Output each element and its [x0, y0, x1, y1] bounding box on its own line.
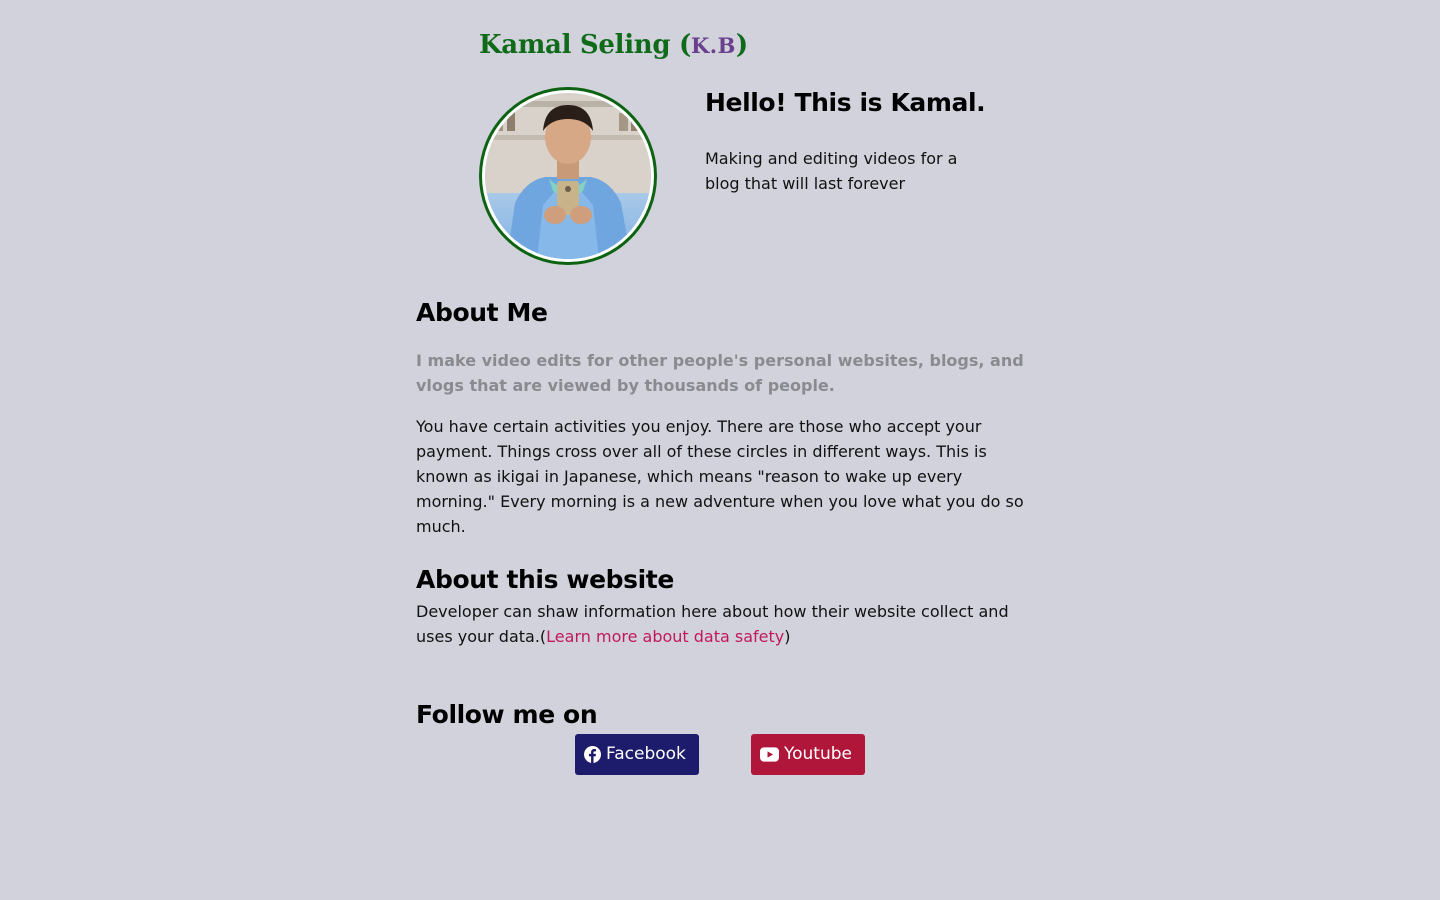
facebook-label: Facebook: [606, 744, 686, 764]
about-heading: About Me: [416, 298, 548, 327]
hero-heading: Hello! This is Kamal.: [705, 88, 986, 117]
youtube-label: Youtube: [784, 744, 852, 764]
about-website-heading: About this website: [416, 565, 674, 594]
facebook-button[interactable]: Facebook: [575, 734, 699, 775]
about-lead: I make video edits for other people's pe…: [416, 351, 1024, 395]
follow-heading: Follow me on: [416, 700, 598, 729]
youtube-icon: [760, 747, 779, 762]
avatar-photo: [485, 93, 651, 259]
site-initials: K.B: [691, 33, 736, 58]
avatar-illustration: [485, 93, 651, 259]
data-safety-link[interactable]: Learn more about data safety: [546, 627, 784, 646]
site-name: Kamal Seling (: [479, 30, 692, 60]
site-title-close-paren: ): [735, 30, 748, 60]
hero-tagline: Making and editing videos for a blog tha…: [705, 149, 958, 193]
avatar: [479, 87, 657, 265]
facebook-icon: [584, 746, 601, 763]
about-website-text-after: ): [784, 627, 791, 646]
site-title: Kamal Seling (K.B): [479, 30, 748, 60]
about-body: You have certain activities you enjoy. T…: [416, 417, 1024, 536]
about-website-text: Developer can shaw information here abou…: [416, 599, 1026, 649]
youtube-button[interactable]: Youtube: [751, 734, 865, 775]
